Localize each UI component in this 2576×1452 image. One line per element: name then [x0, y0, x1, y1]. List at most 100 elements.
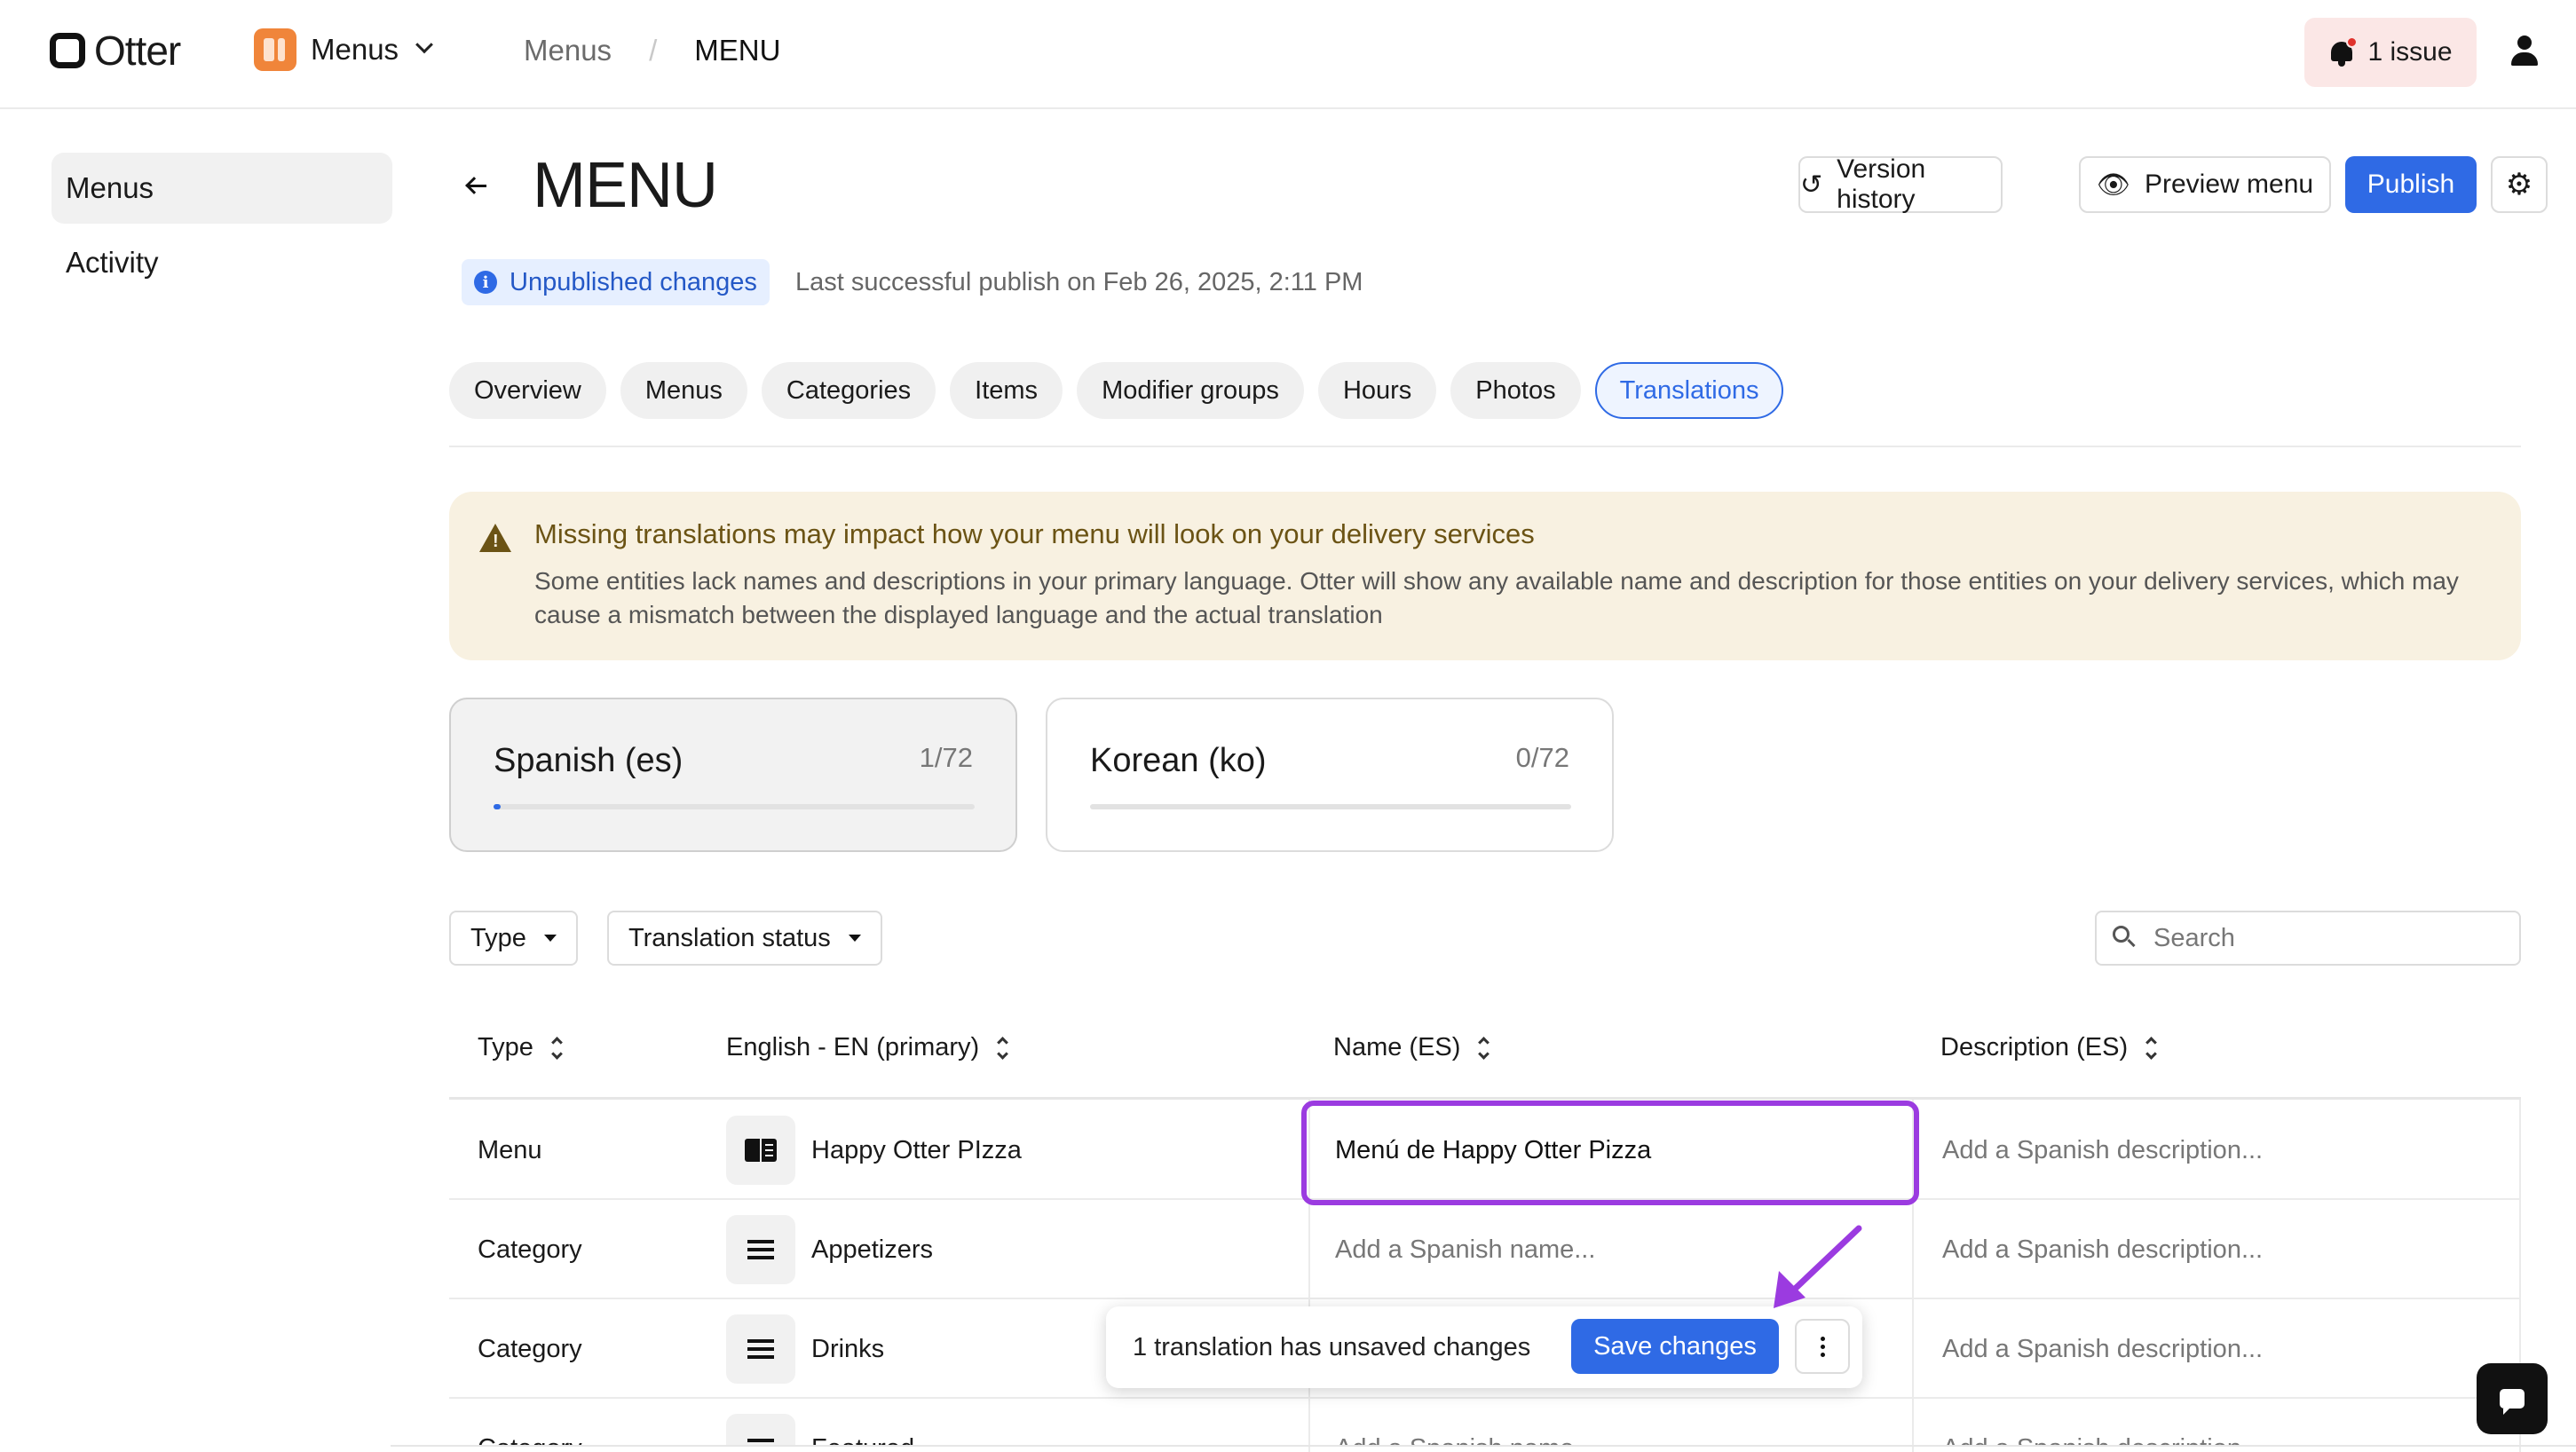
- row-type: Menu: [478, 1136, 542, 1164]
- book-icon: [726, 1116, 795, 1185]
- row-type: Category: [478, 1235, 582, 1264]
- preview-menu-label: Preview menu: [2145, 170, 2314, 199]
- row-english-name: Appetizers: [811, 1235, 934, 1264]
- app-switcher-label: Menus: [311, 33, 399, 66]
- row-english-name: Drinks: [811, 1335, 885, 1363]
- language-card-korean[interactable]: Korean (ko) 0/72: [1046, 698, 1614, 852]
- tab-hours[interactable]: Hours: [1317, 362, 1437, 419]
- spanish-description-input[interactable]: Add a Spanish description...: [1942, 1434, 2263, 1445]
- column-header-description-es[interactable]: Description (ES): [1940, 1033, 2157, 1062]
- language-progress-count: 1/72: [919, 742, 973, 773]
- info-icon: i: [474, 271, 497, 294]
- eye-icon: 👁: [2096, 170, 2130, 200]
- preview-menu-button[interactable]: 👁 Preview menu: [2079, 156, 2331, 213]
- app-switcher[interactable]: Menus: [254, 28, 433, 71]
- status-badge: i Unpublished changes: [462, 259, 770, 305]
- missing-translations-warning: Missing translations may impact how your…: [449, 492, 2521, 660]
- viewport-bottom-edge: [391, 1445, 2576, 1447]
- tab-photos[interactable]: Photos: [1450, 362, 1581, 419]
- spanish-description-input[interactable]: Add a Spanish description...: [1942, 1335, 2263, 1364]
- tab-modifier-groups[interactable]: Modifier groups: [1077, 362, 1304, 419]
- more-options-button[interactable]: [1795, 1319, 1850, 1374]
- publish-button[interactable]: Publish: [2345, 156, 2477, 213]
- breadcrumb-menus-link[interactable]: Menus: [524, 34, 612, 67]
- tab-overview[interactable]: Overview: [449, 362, 606, 419]
- tab-bar: Overview Menus Categories Items Modifier…: [449, 362, 1798, 419]
- more-vertical-icon: [1820, 1335, 1825, 1359]
- column-header-label: Description (ES): [1940, 1033, 2129, 1061]
- warning-body: Some entities lack names and description…: [534, 567, 2459, 628]
- language-name: Spanish (es): [494, 742, 684, 779]
- language-name: Korean (ko): [1090, 742, 1267, 779]
- settings-button[interactable]: ⚙: [2491, 156, 2548, 213]
- search-input[interactable]: [2153, 923, 2491, 953]
- list-icon: [726, 1215, 795, 1284]
- otter-logo[interactable]: Otter: [50, 27, 181, 75]
- row-type: Category: [478, 1434, 582, 1445]
- search-field[interactable]: [2095, 911, 2521, 966]
- spanish-name-input[interactable]: Add a Spanish name...: [1335, 1235, 1595, 1265]
- tabs-divider: [449, 446, 2521, 447]
- edited-cell-highlight: [1301, 1101, 1919, 1205]
- version-history-label: Version history: [1837, 154, 1926, 214]
- tab-menus[interactable]: Menus: [620, 362, 747, 419]
- sort-icon: [997, 1036, 1009, 1060]
- table-row-partial: Category Featured Add a Spanish name... …: [449, 1399, 2521, 1445]
- type-filter-dropdown[interactable]: Type: [449, 911, 578, 966]
- row-english-name: Featured: [811, 1434, 914, 1445]
- column-header-label: English - EN (primary): [726, 1033, 980, 1061]
- chevron-down-icon: [415, 36, 433, 54]
- row-divider: [449, 1298, 2521, 1299]
- breadcrumb-separator: /: [649, 34, 658, 67]
- list-icon: [726, 1414, 795, 1445]
- status-badge-label: Unpublished changes: [510, 267, 757, 296]
- chat-support-button[interactable]: [2477, 1363, 2548, 1434]
- language-card-spanish[interactable]: Spanish (es) 1/72: [449, 698, 1017, 852]
- breadcrumb-current: MENU: [694, 34, 781, 67]
- gear-icon: ⚙: [2505, 168, 2533, 201]
- translation-status-filter-label: Translation status: [628, 923, 831, 952]
- row-english-name: Happy Otter PIzza: [811, 1136, 1022, 1164]
- bell-icon: [2328, 36, 2359, 67]
- language-progress-count: 0/72: [1515, 742, 1569, 773]
- column-header-label: Name (ES): [1333, 1033, 1461, 1061]
- search-icon: [2113, 926, 2137, 951]
- unsaved-changes-toast: 1 translation has unsaved changes Save c…: [1106, 1306, 1862, 1388]
- chat-bubble-icon: [2500, 1389, 2525, 1415]
- warning-icon: [479, 524, 511, 552]
- top-bar: Otter Menus Menus / MENU 1 issue: [0, 0, 2576, 109]
- unsaved-changes-message: 1 translation has unsaved changes: [1133, 1333, 1531, 1361]
- tab-categories[interactable]: Categories: [761, 362, 936, 419]
- type-filter-label: Type: [470, 923, 526, 952]
- history-icon: ↺: [1800, 170, 1823, 200]
- column-header-type[interactable]: Type: [478, 1033, 563, 1062]
- save-changes-button[interactable]: Save changes: [1571, 1319, 1779, 1374]
- spanish-description-input[interactable]: Add a Spanish description...: [1942, 1235, 2263, 1265]
- sort-icon: [2145, 1036, 2157, 1060]
- spanish-name-input[interactable]: Add a Spanish name...: [1335, 1434, 1595, 1445]
- version-history-button[interactable]: ↺ Version history: [1798, 154, 2003, 214]
- column-header-name-es[interactable]: Name (ES): [1333, 1033, 1490, 1062]
- caret-down-icon: [543, 935, 557, 942]
- page-title: MENU: [533, 150, 718, 221]
- spanish-description-input[interactable]: Add a Spanish description...: [1942, 1136, 2263, 1165]
- sort-icon: [1478, 1036, 1490, 1060]
- issues-label: 1 issue: [2367, 37, 2453, 67]
- breadcrumb: Menus / MENU: [524, 34, 780, 67]
- translation-status-filter-dropdown[interactable]: Translation status: [607, 911, 882, 966]
- caret-down-icon: [848, 935, 861, 942]
- sidebar-item-activity[interactable]: Activity: [51, 227, 392, 298]
- tab-translations[interactable]: Translations: [1594, 362, 1784, 419]
- user-account-icon[interactable]: [2509, 36, 2540, 67]
- last-publish-note: Last successful publish on Feb 26, 2025,…: [795, 268, 1363, 296]
- sidebar-item-menus[interactable]: Menus: [51, 153, 392, 224]
- sidebar-item-label: Activity: [66, 246, 159, 279]
- column-header-english[interactable]: English - EN (primary): [726, 1033, 1009, 1062]
- tab-items[interactable]: Items: [950, 362, 1063, 419]
- row-type: Category: [478, 1335, 582, 1363]
- menus-app-icon: [254, 28, 296, 71]
- column-header-label: Type: [478, 1033, 533, 1061]
- language-progress-fill: [494, 804, 501, 809]
- issues-button[interactable]: 1 issue: [2304, 18, 2477, 87]
- back-arrow-icon[interactable]: [462, 169, 497, 204]
